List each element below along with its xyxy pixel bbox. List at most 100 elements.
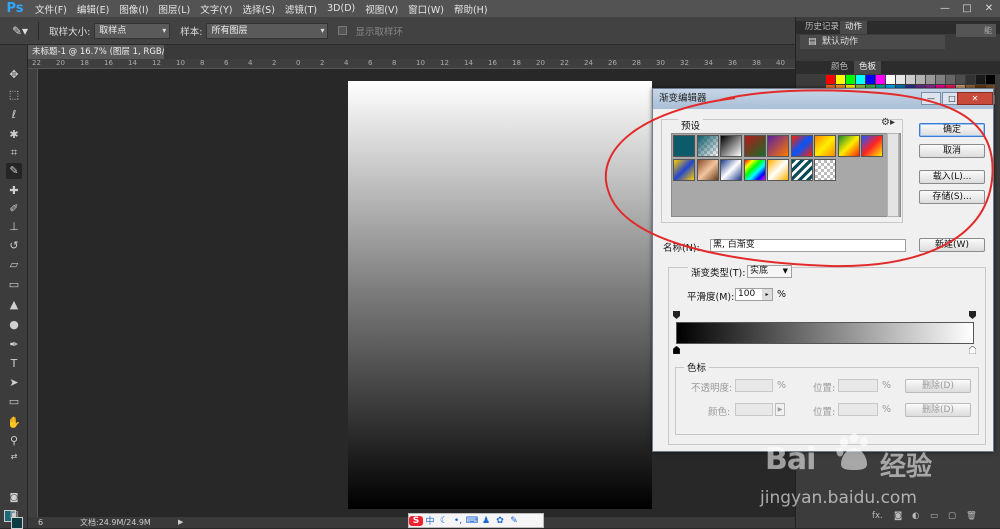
- maximize-button[interactable]: □: [956, 0, 978, 17]
- color-swatch[interactable]: [896, 75, 905, 84]
- eraser-tool-icon[interactable]: ▱: [6, 257, 22, 273]
- color-swatch[interactable]: [976, 75, 985, 84]
- menu-view[interactable]: 视图(V): [360, 2, 403, 16]
- tab-history[interactable]: 历史记录: [800, 21, 844, 34]
- load-button[interactable]: 载入(L)...: [919, 170, 985, 184]
- color-swatch[interactable]: [856, 75, 865, 84]
- gradient-tool-icon[interactable]: ▭: [6, 277, 22, 293]
- dialog-close-button[interactable]: ✕: [957, 92, 993, 105]
- user-icon[interactable]: ♟: [479, 516, 493, 526]
- color-swatch[interactable]: [866, 75, 875, 84]
- moon-icon[interactable]: ☾: [437, 516, 451, 526]
- opacity-location-input[interactable]: [838, 379, 878, 392]
- gradient-preset[interactable]: [743, 158, 766, 181]
- eyedropper-icon[interactable]: ✎▾: [12, 24, 28, 38]
- color-swatch[interactable]: [886, 75, 895, 84]
- gradient-preset[interactable]: [837, 135, 860, 157]
- color-menu-arrow-icon[interactable]: ▶: [775, 403, 785, 416]
- new-button[interactable]: 新建(W): [919, 238, 985, 252]
- menu-3d[interactable]: 3D(D): [322, 3, 360, 14]
- color-swatch[interactable]: [906, 75, 915, 84]
- brush-tool-icon[interactable]: ✐: [6, 201, 22, 217]
- eyedropper-tool-icon[interactable]: ✎: [6, 163, 22, 179]
- opacity-input[interactable]: [735, 379, 773, 392]
- keyboard-icon[interactable]: ⌨: [465, 516, 479, 526]
- dodge-tool-icon[interactable]: ●: [6, 317, 22, 333]
- menu-filter[interactable]: 滤镜(T): [280, 2, 322, 16]
- marquee-tool-icon[interactable]: ⬚: [6, 87, 22, 103]
- color-swatch[interactable]: [966, 75, 975, 84]
- smoothness-input[interactable]: 100 ▸: [735, 288, 773, 301]
- gradient-bar[interactable]: [676, 322, 974, 344]
- action-row-default[interactable]: ▤ 默认动作: [800, 35, 945, 49]
- swap-colors-icon[interactable]: ⇄: [6, 449, 22, 465]
- gradient-preset[interactable]: [720, 158, 742, 181]
- color-swatch[interactable]: [956, 75, 965, 84]
- type-tool-icon[interactable]: T: [6, 356, 22, 372]
- magic-wand-tool-icon[interactable]: ✱: [6, 127, 22, 143]
- smoothness-arrow-icon[interactable]: ▸: [762, 289, 772, 300]
- menu-image[interactable]: 图像(I): [114, 2, 153, 16]
- menu-edit[interactable]: 编辑(E): [72, 2, 114, 16]
- sample-select[interactable]: 所有图层: [206, 22, 329, 39]
- gradient-preset[interactable]: [861, 135, 883, 157]
- delete-color-stop-button[interactable]: 删除(D): [905, 403, 971, 417]
- gradient-type-select[interactable]: 实底 ▼: [747, 265, 792, 278]
- opacity-stop-left[interactable]: [673, 311, 680, 319]
- punctuation-icon[interactable]: •,: [451, 516, 465, 526]
- workspace-switcher[interactable]: 能: [956, 24, 996, 37]
- close-button[interactable]: ✕: [978, 0, 1000, 17]
- healing-brush-tool-icon[interactable]: ✚: [6, 183, 22, 199]
- color-location-input[interactable]: [838, 403, 878, 416]
- menu-file[interactable]: 文件(F): [30, 2, 72, 16]
- gradient-preset[interactable]: [720, 135, 742, 157]
- status-arrow-icon[interactable]: ▶: [178, 517, 183, 528]
- crop-tool-icon[interactable]: ⌗: [6, 145, 22, 161]
- hand-tool-icon[interactable]: ✋: [6, 415, 22, 431]
- color-swatch[interactable]: [946, 75, 955, 84]
- tools-icon[interactable]: ✎: [507, 516, 521, 526]
- gradient-preset[interactable]: [767, 158, 789, 181]
- gradient-preset[interactable]: [814, 135, 836, 157]
- color-stop-right[interactable]: [969, 346, 976, 354]
- lasso-tool-icon[interactable]: ℓ: [6, 107, 22, 123]
- color-stop-left[interactable]: [673, 346, 680, 354]
- color-swatch[interactable]: [916, 75, 925, 84]
- minimize-button[interactable]: —: [934, 0, 956, 17]
- save-button[interactable]: 存储(S)...: [919, 190, 985, 204]
- blur-tool-icon[interactable]: ▲: [6, 297, 22, 313]
- screen-mode-icon[interactable]: ▣: [6, 507, 22, 523]
- zoom-tool-icon[interactable]: ⚲: [6, 433, 22, 449]
- sogou-logo[interactable]: S: [409, 515, 423, 526]
- quick-mask-icon[interactable]: ◙: [6, 490, 22, 506]
- color-swatch[interactable]: [826, 75, 835, 84]
- cancel-button[interactable]: 取消: [919, 144, 985, 158]
- tab-color[interactable]: 颜色: [826, 61, 853, 74]
- gradient-preset[interactable]: [696, 135, 719, 157]
- color-swatch[interactable]: [836, 75, 845, 84]
- sample-size-select[interactable]: 取样点: [94, 22, 171, 39]
- gradient-preset[interactable]: [790, 135, 813, 157]
- document-canvas[interactable]: [348, 81, 652, 509]
- preset-scrollbar[interactable]: [887, 133, 899, 217]
- ime-mode[interactable]: 中: [423, 514, 437, 527]
- color-swatch[interactable]: [986, 75, 995, 84]
- skin-icon[interactable]: ✿: [493, 516, 507, 526]
- ok-button[interactable]: 确定: [919, 123, 985, 137]
- move-tool-icon[interactable]: ✥: [6, 67, 22, 83]
- name-input[interactable]: 黑, 白渐变: [710, 239, 906, 252]
- document-tab[interactable]: 未标题-1 @ 16.7% (图层 1, RGB/8) * ×: [28, 45, 164, 59]
- menu-help[interactable]: 帮助(H): [449, 2, 493, 16]
- tab-actions[interactable]: 动作: [840, 21, 868, 34]
- history-brush-tool-icon[interactable]: ↺: [6, 238, 22, 254]
- menu-select[interactable]: 选择(S): [237, 2, 279, 16]
- tab-swatches[interactable]: 色板: [854, 61, 882, 74]
- preset-list[interactable]: [671, 133, 901, 217]
- color-swatch[interactable]: [876, 75, 885, 84]
- dialog-title-bar[interactable]: 渐变编辑器 — □ ✕: [653, 89, 993, 109]
- color-swatch[interactable]: [926, 75, 935, 84]
- color-swatch[interactable]: [846, 75, 855, 84]
- dialog-minimize-button[interactable]: —: [921, 92, 941, 105]
- menu-window[interactable]: 窗口(W): [403, 2, 449, 16]
- gradient-preset[interactable]: [814, 158, 836, 181]
